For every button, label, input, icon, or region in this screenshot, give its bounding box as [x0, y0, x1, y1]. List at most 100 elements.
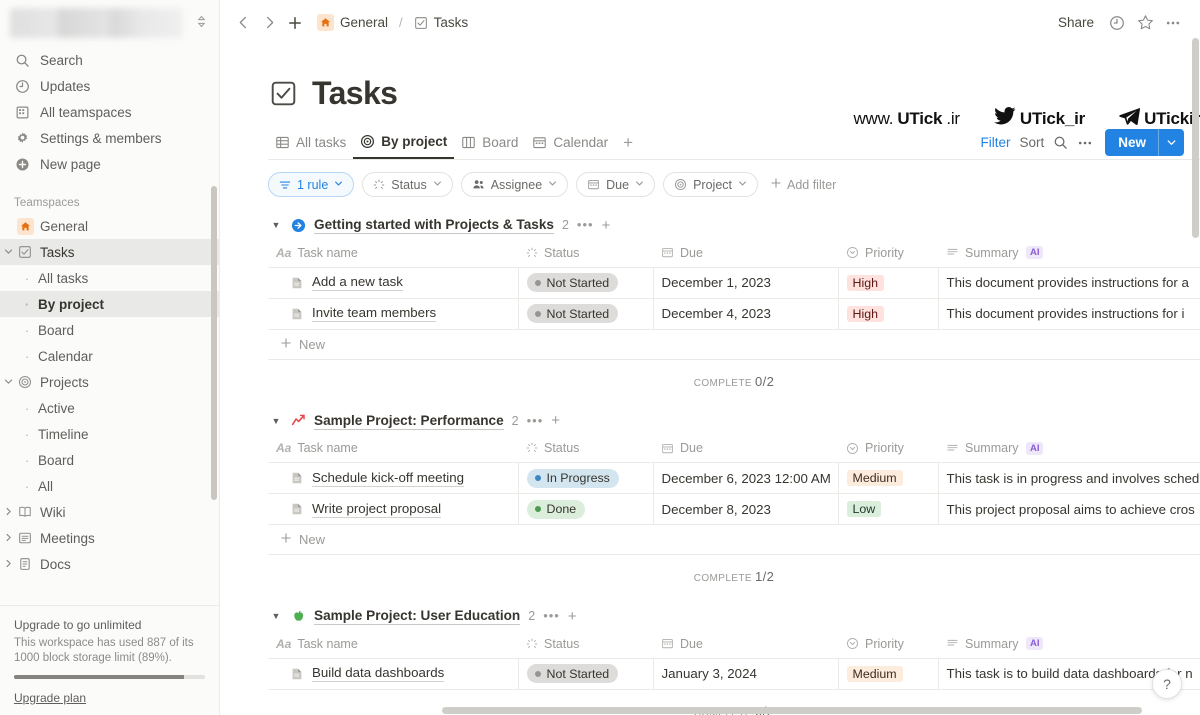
- task-name-link[interactable]: Schedule kick-off meeting: [312, 470, 465, 487]
- table-row[interactable]: Invite team members Not Started December…: [268, 298, 1200, 330]
- chevron-left-icon[interactable]: [230, 10, 256, 36]
- column-header-due[interactable]: Due: [653, 630, 838, 659]
- tab-calendar[interactable]: Calendar: [525, 126, 615, 159]
- cell-priority[interactable]: Low: [838, 493, 939, 525]
- cell-due[interactable]: December 1, 2023: [653, 267, 839, 299]
- new-row-button[interactable]: New: [268, 330, 1200, 360]
- add-filter-button[interactable]: Add filter: [766, 177, 840, 192]
- task-name-link[interactable]: Build data dashboards: [312, 665, 445, 682]
- group-more-icon[interactable]: •••: [577, 218, 594, 231]
- group-name[interactable]: Sample Project: Performance: [314, 412, 504, 430]
- sidebar-scrollbar[interactable]: [211, 186, 217, 500]
- sidebar-item-wiki[interactable]: Wiki: [0, 499, 219, 525]
- sidebar-item-timeline[interactable]: · Timeline: [0, 421, 219, 447]
- task-name-link[interactable]: Add a new task: [312, 274, 403, 291]
- table-row[interactable]: Add a new task Not Started December 1, 2…: [268, 267, 1200, 299]
- cell-status[interactable]: Done: [518, 493, 654, 525]
- task-name-link[interactable]: Write project proposal: [312, 501, 442, 518]
- sidebar-item-projects-board[interactable]: · Board: [0, 447, 219, 473]
- chevron-down-icon[interactable]: [1159, 137, 1184, 148]
- cell-priority[interactable]: Medium: [838, 462, 939, 494]
- ellipsis-icon[interactable]: [1077, 135, 1093, 151]
- cell-summary[interactable]: This document provides instructions for …: [938, 267, 1200, 299]
- cell-priority[interactable]: High: [838, 267, 939, 299]
- chevron-down-icon[interactable]: [0, 377, 16, 388]
- table-row[interactable]: Schedule kick-off meeting In Progress De…: [268, 462, 1200, 494]
- column-header-due[interactable]: Due: [653, 434, 838, 463]
- column-header-task-name[interactable]: Aa Task name: [268, 434, 518, 463]
- column-header-status[interactable]: Status: [518, 630, 653, 659]
- filter-chip-project[interactable]: Project: [663, 172, 758, 197]
- cell-priority[interactable]: Medium: [838, 658, 939, 690]
- plus-icon[interactable]: [282, 10, 308, 36]
- main-horizontal-scrollbar[interactable]: [442, 707, 1142, 714]
- chevron-right-icon[interactable]: [0, 559, 16, 570]
- cell-task-name[interactable]: Write project proposal: [268, 493, 519, 525]
- ellipsis-icon[interactable]: [1160, 10, 1186, 36]
- add-view-button[interactable]: +: [615, 134, 641, 151]
- help-button[interactable]: ?: [1152, 669, 1182, 699]
- group-add-icon[interactable]: +: [568, 609, 577, 624]
- cell-status[interactable]: Not Started: [518, 298, 654, 330]
- filter-chip-rule[interactable]: 1 rule: [268, 172, 355, 197]
- cell-summary[interactable]: This document provides instructions for …: [938, 298, 1200, 330]
- sidebar-item-active[interactable]: · Active: [0, 395, 219, 421]
- sort-button[interactable]: Sort: [1019, 135, 1044, 150]
- column-header-summary[interactable]: Summary AI: [938, 630, 1200, 659]
- chevron-right-icon[interactable]: [0, 533, 16, 544]
- group-name[interactable]: Sample Project: User Education: [314, 607, 521, 625]
- sidebar-item-calendar[interactable]: · Calendar: [0, 343, 219, 369]
- search-icon[interactable]: [1053, 135, 1068, 150]
- workspace-switcher[interactable]: [0, 0, 219, 45]
- cell-summary[interactable]: This task is in progress and involves sc…: [938, 462, 1200, 494]
- filter-chip-assignee[interactable]: Assignee: [460, 172, 569, 197]
- cell-task-name[interactable]: Add a new task: [268, 267, 519, 299]
- group-more-icon[interactable]: •••: [543, 609, 560, 622]
- breadcrumb-item-tasks[interactable]: Tasks: [409, 13, 474, 32]
- cell-task-name[interactable]: Invite team members: [268, 298, 519, 330]
- cell-due[interactable]: December 8, 2023: [653, 493, 839, 525]
- clock-icon[interactable]: [1104, 10, 1130, 36]
- cell-due[interactable]: January 3, 2024: [653, 658, 839, 690]
- task-name-link[interactable]: Invite team members: [312, 305, 437, 322]
- collapse-caret-icon[interactable]: ▼: [270, 220, 282, 230]
- cell-due[interactable]: December 6, 2023 12:00 AM: [653, 462, 839, 494]
- cell-priority[interactable]: High: [838, 298, 939, 330]
- share-button[interactable]: Share: [1050, 11, 1102, 34]
- column-header-task-name[interactable]: Aa Task name: [268, 630, 518, 659]
- group-name[interactable]: Getting started with Projects & Tasks: [314, 216, 554, 234]
- sidebar-item-tasks[interactable]: Tasks: [0, 239, 219, 265]
- group-add-icon[interactable]: +: [602, 218, 611, 233]
- upgrade-plan-link[interactable]: Upgrade plan: [14, 691, 205, 705]
- cell-task-name[interactable]: Build data dashboards: [268, 658, 519, 690]
- filter-button[interactable]: Filter: [980, 135, 1010, 150]
- cell-status[interactable]: Not Started: [518, 267, 654, 299]
- chevrons-updown-icon[interactable]: [195, 15, 207, 30]
- tab-by-project[interactable]: By project: [353, 126, 455, 159]
- sidebar-item-updates[interactable]: Updates: [0, 73, 219, 99]
- column-header-status[interactable]: Status: [518, 434, 653, 463]
- cell-task-name[interactable]: Schedule kick-off meeting: [268, 462, 519, 494]
- cell-status[interactable]: In Progress: [518, 462, 654, 494]
- sidebar-item-by-project[interactable]: · By project: [0, 291, 219, 317]
- new-button[interactable]: New: [1105, 129, 1184, 156]
- tab-all-tasks[interactable]: All tasks: [268, 126, 353, 159]
- column-header-summary[interactable]: Summary AI: [938, 434, 1200, 463]
- sidebar-item-search[interactable]: Search: [0, 47, 219, 73]
- breadcrumb-item-general[interactable]: General: [312, 12, 393, 33]
- new-row-button[interactable]: New: [268, 525, 1200, 555]
- sidebar-item-all-tasks[interactable]: · All tasks: [0, 265, 219, 291]
- group-add-icon[interactable]: +: [551, 413, 560, 428]
- cell-due[interactable]: December 4, 2023: [653, 298, 839, 330]
- cell-status[interactable]: Not Started: [518, 658, 654, 690]
- column-header-task-name[interactable]: Aa Task name: [268, 239, 518, 268]
- sidebar-item-all-teamspaces[interactable]: All teamspaces: [0, 99, 219, 125]
- sidebar-item-meetings[interactable]: Meetings: [0, 525, 219, 551]
- group-more-icon[interactable]: •••: [527, 414, 544, 427]
- chevron-right-icon[interactable]: [0, 507, 16, 518]
- column-header-priority[interactable]: Priority: [838, 434, 938, 463]
- column-header-summary[interactable]: Summary AI: [938, 239, 1200, 268]
- cell-summary[interactable]: This project proposal aims to achieve cr…: [938, 493, 1200, 525]
- table-row[interactable]: Write project proposal Done December 8, …: [268, 493, 1200, 525]
- tab-board[interactable]: Board: [454, 126, 525, 159]
